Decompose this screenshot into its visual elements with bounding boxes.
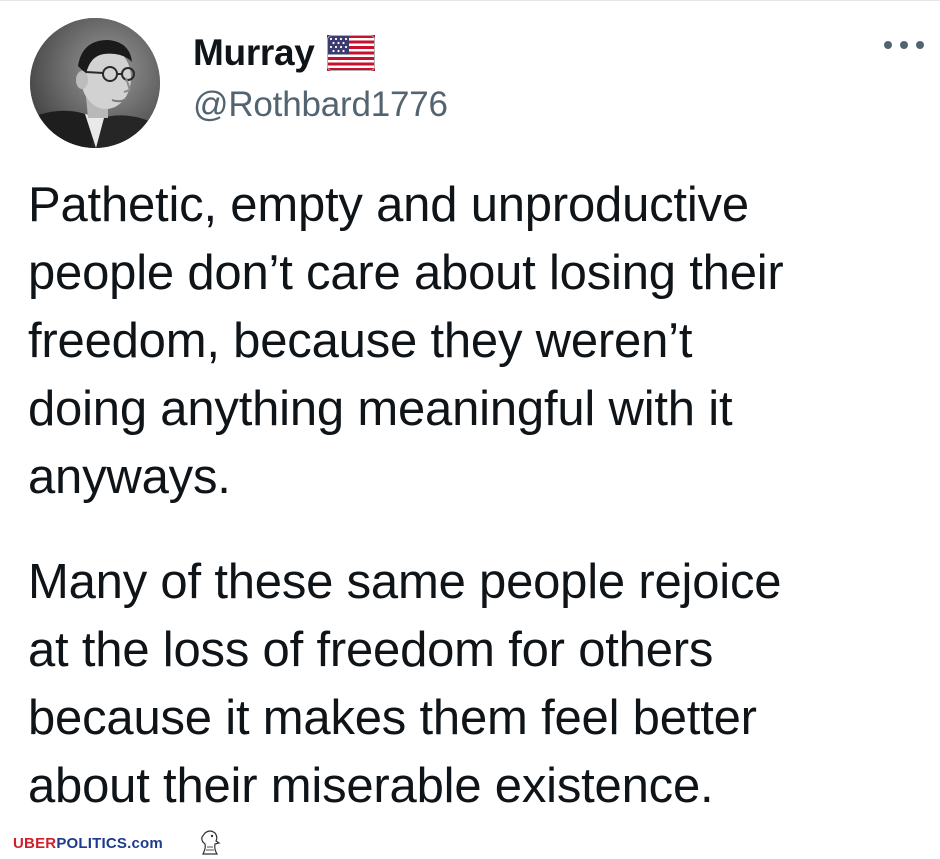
- user-handle[interactable]: @Rothbard1776: [193, 85, 448, 125]
- eagle-logo-icon: [197, 829, 223, 857]
- avatar-portrait-icon: [30, 18, 160, 148]
- more-options-button[interactable]: [884, 35, 924, 55]
- avatar[interactable]: [30, 18, 160, 148]
- watermark-blue-text: POLITICS.com: [56, 835, 163, 852]
- watermark: UBERPOLITICS.com: [13, 835, 163, 852]
- tweet-text-paragraph-1: Pathetic, empty and unproductive people …: [28, 178, 784, 504]
- more-options-icon: [884, 41, 892, 49]
- tweet-text-paragraph-2: Many of these same people rejoice at the…: [28, 555, 782, 813]
- author-name-row: Murray: [193, 31, 375, 75]
- tweet-card: Murray @Rothbard1776 Pathetic, empty and…: [0, 0, 940, 859]
- watermark-red-text: UBER: [13, 835, 57, 852]
- more-options-icon: [900, 41, 908, 49]
- display-name[interactable]: Murray: [193, 32, 315, 74]
- us-flag-icon: [326, 35, 375, 71]
- more-options-icon: [916, 41, 924, 49]
